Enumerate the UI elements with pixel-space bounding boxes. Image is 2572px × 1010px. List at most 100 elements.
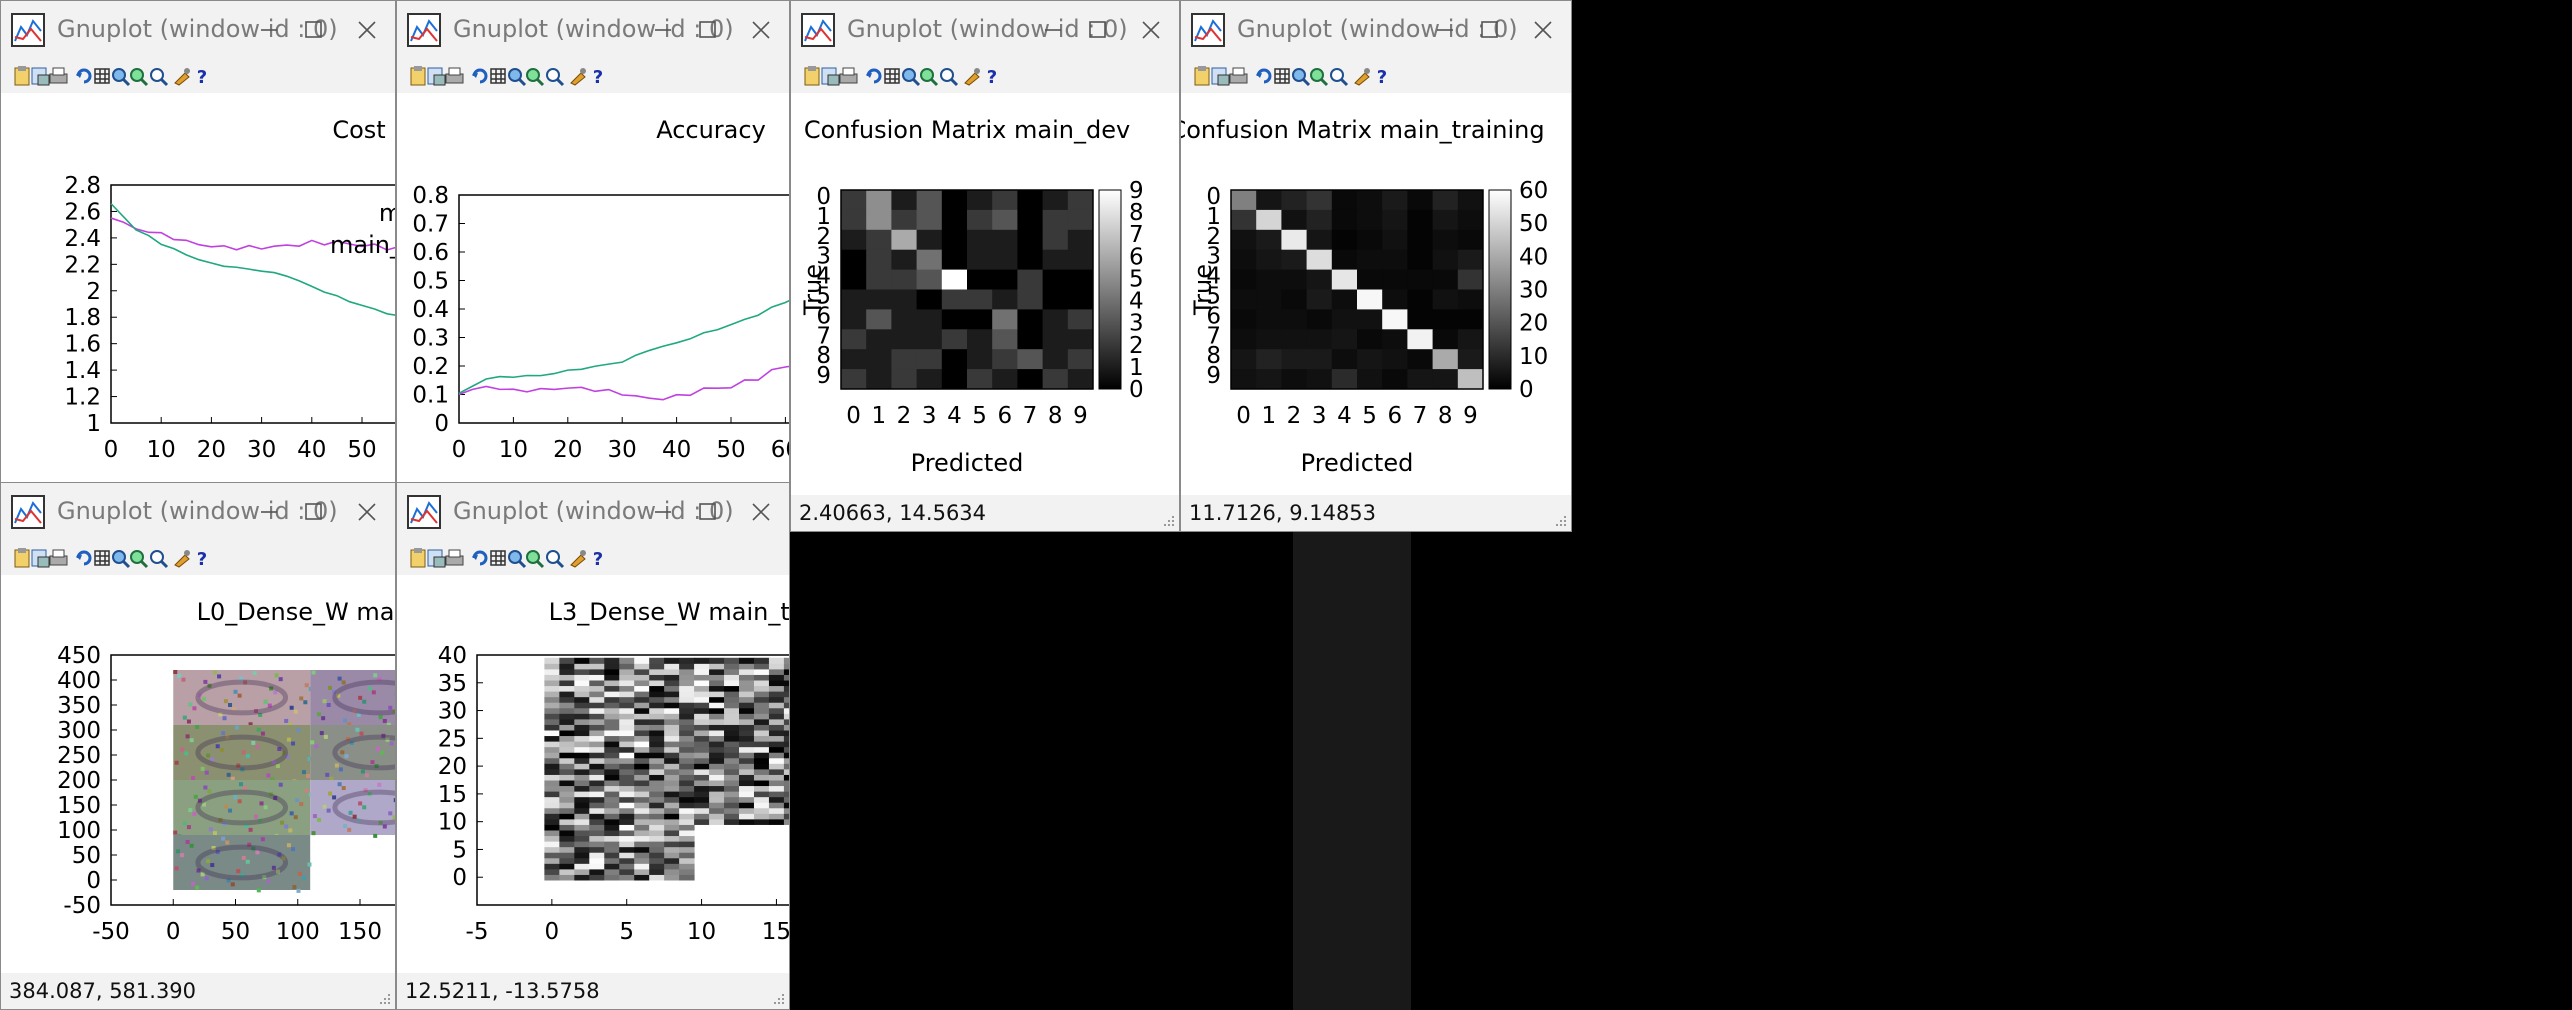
minimize-icon[interactable] xyxy=(1031,9,1075,51)
heatmap-cell xyxy=(1331,289,1358,310)
weight-cell xyxy=(589,835,605,842)
gnuplot-window-confusion-dev[interactable]: Gnuplot (window id : 0) ? Confusion Matr… xyxy=(790,0,1180,532)
print-icon[interactable] xyxy=(1227,65,1249,87)
heatmap-cell xyxy=(1331,369,1358,390)
title-bar[interactable]: Gnuplot (window id : 0) xyxy=(1181,1,1571,59)
close-icon[interactable] xyxy=(345,9,389,51)
title-bar[interactable]: Gnuplot (window id : 0) xyxy=(1,483,395,541)
zoom-next-icon[interactable] xyxy=(127,65,149,87)
weight-cell xyxy=(664,724,680,731)
help-icon[interactable]: ? xyxy=(587,547,609,569)
options-icon[interactable] xyxy=(961,65,983,87)
weight-cell xyxy=(589,741,605,748)
weight-cell xyxy=(649,768,665,775)
weight-cell xyxy=(724,724,740,731)
zoom-next-icon[interactable] xyxy=(523,65,545,87)
help-icon[interactable]: ? xyxy=(981,65,1003,87)
heatmap-cell xyxy=(891,329,918,350)
gnuplot-window-l3-dense[interactable]: Gnuplot (window id : 0) ? L3_Dense_W mai… xyxy=(396,482,790,1010)
help-icon[interactable]: ? xyxy=(191,65,213,87)
print-icon[interactable] xyxy=(47,547,69,569)
print-icon[interactable] xyxy=(837,65,859,87)
print-icon[interactable] xyxy=(443,65,465,87)
weight-cell xyxy=(544,852,560,859)
gnuplot-window-l0-dense[interactable]: Gnuplot (window id : 0) ? L0_Dense_W mai… xyxy=(0,482,396,1010)
weight-pixel xyxy=(273,690,278,695)
plot-canvas[interactable]: Accuracy01020304050607080901000.80.70.60… xyxy=(397,93,790,497)
resize-grip-icon[interactable] xyxy=(378,992,392,1006)
gnuplot-window-confusion-training[interactable]: Gnuplot (window id : 0) ? Confusion Matr… xyxy=(1180,0,1572,532)
print-icon[interactable] xyxy=(47,65,69,87)
options-icon[interactable] xyxy=(171,65,193,87)
weight-cell xyxy=(783,780,789,787)
resize-grip-icon[interactable] xyxy=(772,992,786,1006)
options-icon[interactable] xyxy=(1351,65,1373,87)
print-icon[interactable] xyxy=(443,547,465,569)
plot-canvas[interactable]: Confusion Matrix main_training0 1 2 3 4 5 6 7 8 9… xyxy=(1181,93,1572,497)
maximize-icon[interactable] xyxy=(685,9,729,51)
plot-canvas[interactable]: L0_Dense_W main_training-500501001502002… xyxy=(1,575,396,975)
zoom-next-icon[interactable] xyxy=(127,547,149,569)
weight-cell xyxy=(783,796,789,803)
y-tick-label: 300 xyxy=(57,718,101,744)
weight-cell xyxy=(753,752,770,759)
close-icon[interactable] xyxy=(739,491,783,533)
heatmap-cell xyxy=(941,269,968,290)
minimize-icon[interactable] xyxy=(641,9,685,51)
close-icon[interactable] xyxy=(1521,9,1565,51)
autoscale-icon[interactable] xyxy=(147,65,169,87)
weight-pixel xyxy=(370,760,375,765)
help-icon[interactable]: ? xyxy=(191,547,213,569)
maximize-icon[interactable] xyxy=(291,9,335,51)
plot-canvas[interactable]: Confusion Matrix main_dev0 1 2 3 4 5 6 7 8 901234… xyxy=(791,93,1180,497)
maximize-icon[interactable] xyxy=(1075,9,1119,51)
gnuplot-window-cost[interactable]: Gnuplot (window id : 0) ? Cost 0 10 20 30 40 5… xyxy=(0,0,396,532)
plot-canvas[interactable]: L3_Dense_W main_training-505101520253040… xyxy=(397,575,790,975)
title-bar[interactable]: Gnuplot (window id : 0) xyxy=(791,1,1179,59)
options-icon[interactable] xyxy=(171,547,193,569)
help-icon[interactable]: ? xyxy=(587,65,609,87)
weight-cell xyxy=(604,741,620,748)
close-icon[interactable] xyxy=(345,491,389,533)
close-icon[interactable] xyxy=(739,9,783,51)
heatmap-cell xyxy=(1281,229,1308,251)
weight-cell xyxy=(589,824,605,831)
help-icon[interactable]: ? xyxy=(1371,65,1393,87)
title-bar[interactable]: Gnuplot (window id : 0) xyxy=(1,1,395,59)
weight-cell xyxy=(634,735,650,742)
autoscale-icon[interactable] xyxy=(543,65,565,87)
weight-pixel xyxy=(188,702,193,707)
x-tick-label: 9 xyxy=(1073,403,1088,429)
autoscale-icon[interactable] xyxy=(937,65,959,87)
close-icon[interactable] xyxy=(1129,9,1173,51)
resize-grip-icon[interactable] xyxy=(1162,514,1176,528)
maximize-icon[interactable] xyxy=(1467,9,1511,51)
zoom-next-icon[interactable] xyxy=(1307,65,1329,87)
title-bar[interactable]: Gnuplot (window id : 0) xyxy=(397,1,789,59)
maximize-icon[interactable] xyxy=(685,491,729,533)
zoom-next-icon[interactable] xyxy=(523,547,545,569)
weight-cell xyxy=(544,874,560,881)
autoscale-icon[interactable] xyxy=(147,547,169,569)
heatmap-cell xyxy=(1231,309,1257,330)
minimize-icon[interactable] xyxy=(1423,9,1467,51)
minimize-icon[interactable] xyxy=(247,491,291,533)
options-icon[interactable] xyxy=(567,547,589,569)
maximize-icon[interactable] xyxy=(291,491,335,533)
options-icon[interactable] xyxy=(567,65,589,87)
heatmap-cell xyxy=(891,289,918,310)
weight-cell xyxy=(589,707,605,714)
plot-canvas[interactable]: Cost01020304050607080901002.82.62.42.221… xyxy=(1,93,396,497)
weight-pixel xyxy=(207,789,212,794)
gnuplot-window-accuracy[interactable]: Gnuplot (window id : 0) ? Accuracy 0 10 20 3… xyxy=(396,0,790,532)
weight-pixel xyxy=(245,754,250,759)
zoom-next-icon[interactable] xyxy=(917,65,939,87)
resize-grip-icon[interactable] xyxy=(1554,514,1568,528)
autoscale-icon[interactable] xyxy=(1327,65,1349,87)
minimize-icon[interactable] xyxy=(247,9,291,51)
weight-cell xyxy=(589,763,605,770)
weight-cell xyxy=(559,780,575,787)
title-bar[interactable]: Gnuplot (window id : 0) xyxy=(397,483,789,541)
autoscale-icon[interactable] xyxy=(543,547,565,569)
minimize-icon[interactable] xyxy=(641,491,685,533)
